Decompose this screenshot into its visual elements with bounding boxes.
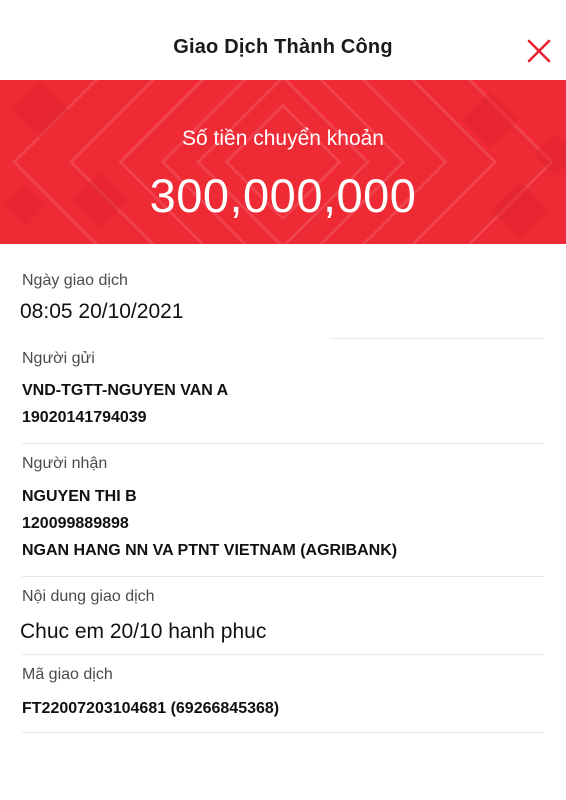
sender-name: VND-TGTT-NGUYEN VAN A <box>22 382 229 399</box>
page-title: Giao Dịch Thành Công <box>173 36 393 58</box>
date-value: 08:05 20/10/2021 <box>20 300 184 323</box>
content-label: Nội dung giao dịch <box>22 588 155 605</box>
divider <box>330 338 544 339</box>
date-label: Ngày giao dịch <box>22 272 128 289</box>
receiver-account: 120099889898 <box>22 515 129 532</box>
receiver-bank: NGAN HANG NN VA PTNT VIETNAM (AGRIBANK) <box>22 542 398 559</box>
receiver-name: NGUYEN THI B <box>22 488 137 505</box>
receiver-label: Người nhận <box>22 455 108 472</box>
transaction-id-value: FT22007203104681 (69266845368) <box>22 700 280 717</box>
transaction-id-label: Mã giao dịch <box>22 666 113 683</box>
header: Giao Dịch Thành Công <box>0 0 566 80</box>
divider <box>22 576 544 577</box>
divider <box>22 732 544 733</box>
amount-banner: Số tiền chuyển khoản 300,000,000 <box>0 80 566 244</box>
close-button[interactable] <box>524 36 554 66</box>
sender-account: 19020141794039 <box>22 409 147 426</box>
sender-label: Người gửi <box>22 350 95 367</box>
divider <box>22 654 544 655</box>
close-icon <box>527 39 551 63</box>
amount-value: 300,000,000 <box>149 169 417 222</box>
amount-label: Số tiền chuyển khoản <box>182 127 384 150</box>
divider <box>22 443 544 444</box>
content-value: Chuc em 20/10 hanh phuc <box>20 620 267 643</box>
